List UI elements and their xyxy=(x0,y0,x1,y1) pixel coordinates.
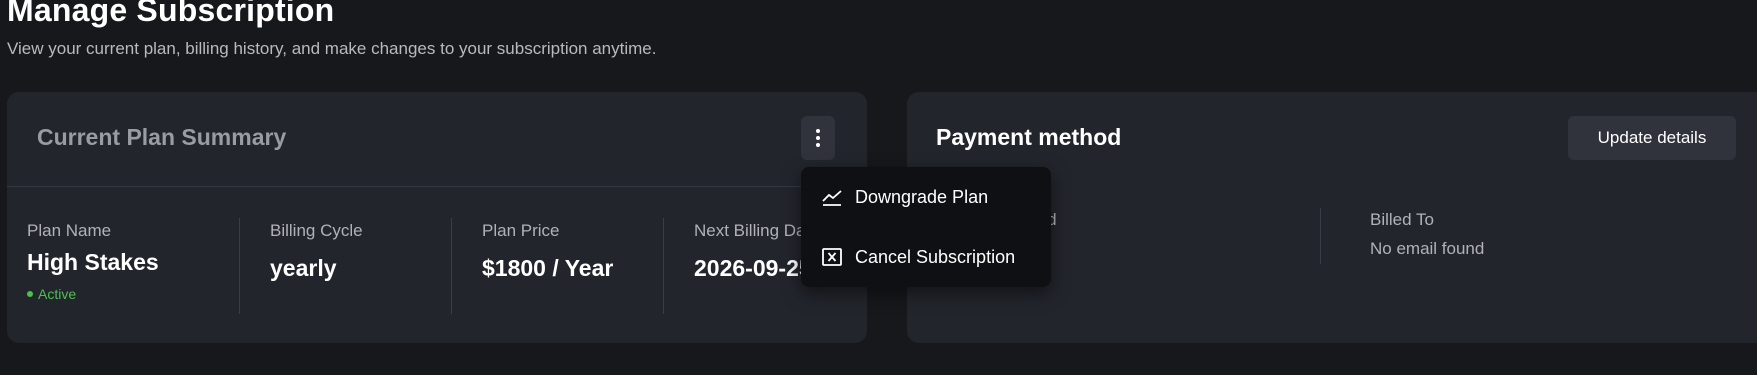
billing-cycle-value: yearly xyxy=(270,255,337,281)
plan-name-value: High Stakes xyxy=(27,249,159,275)
billed-to-label: Billed To xyxy=(1370,210,1434,229)
billed-to-value: No email found xyxy=(1370,239,1485,258)
current-plan-card: Current Plan Summary Plan Name High Stak… xyxy=(7,92,867,343)
billing-cycle-column: Billing Cycle yearly xyxy=(239,218,429,314)
update-details-button[interactable]: Update details xyxy=(1568,116,1736,160)
status-text: Active xyxy=(38,286,77,302)
close-box-icon xyxy=(821,246,843,268)
plan-price-label: Plan Price xyxy=(482,221,560,240)
menu-item-label: Downgrade Plan xyxy=(855,186,989,207)
divider xyxy=(7,186,867,187)
menu-item-downgrade-plan[interactable]: Downgrade Plan xyxy=(801,172,1051,222)
menu-item-label: Cancel Subscription xyxy=(855,246,1016,267)
plan-price-value: $1800 / Year xyxy=(482,255,614,281)
plan-price-column: Plan Price $1800 / Year xyxy=(451,218,641,314)
kebab-dot-icon xyxy=(816,129,820,133)
page-subtitle: View your current plan, billing history,… xyxy=(7,39,657,58)
kebab-dot-icon xyxy=(816,143,820,147)
more-options-button[interactable] xyxy=(801,116,835,160)
divider xyxy=(1320,208,1321,264)
plan-options-menu: Downgrade Plan Cancel Subscription xyxy=(801,167,1051,287)
billing-cycle-label: Billing Cycle xyxy=(270,221,363,240)
status-dot-icon xyxy=(27,291,33,297)
plan-card-title: Current Plan Summary xyxy=(37,124,287,150)
manage-subscription-page: Manage Subscription View your current pl… xyxy=(0,0,1757,375)
status-badge: Active xyxy=(27,286,217,302)
trend-chart-icon xyxy=(821,186,843,208)
kebab-dot-icon xyxy=(816,136,820,140)
page-title: Manage Subscription xyxy=(7,0,335,28)
payment-card-title: Payment method xyxy=(936,124,1122,150)
menu-item-cancel-subscription[interactable]: Cancel Subscription xyxy=(801,232,1051,282)
plan-name-column: Plan Name High Stakes Active xyxy=(27,218,217,314)
plan-name-label: Plan Name xyxy=(27,221,112,240)
